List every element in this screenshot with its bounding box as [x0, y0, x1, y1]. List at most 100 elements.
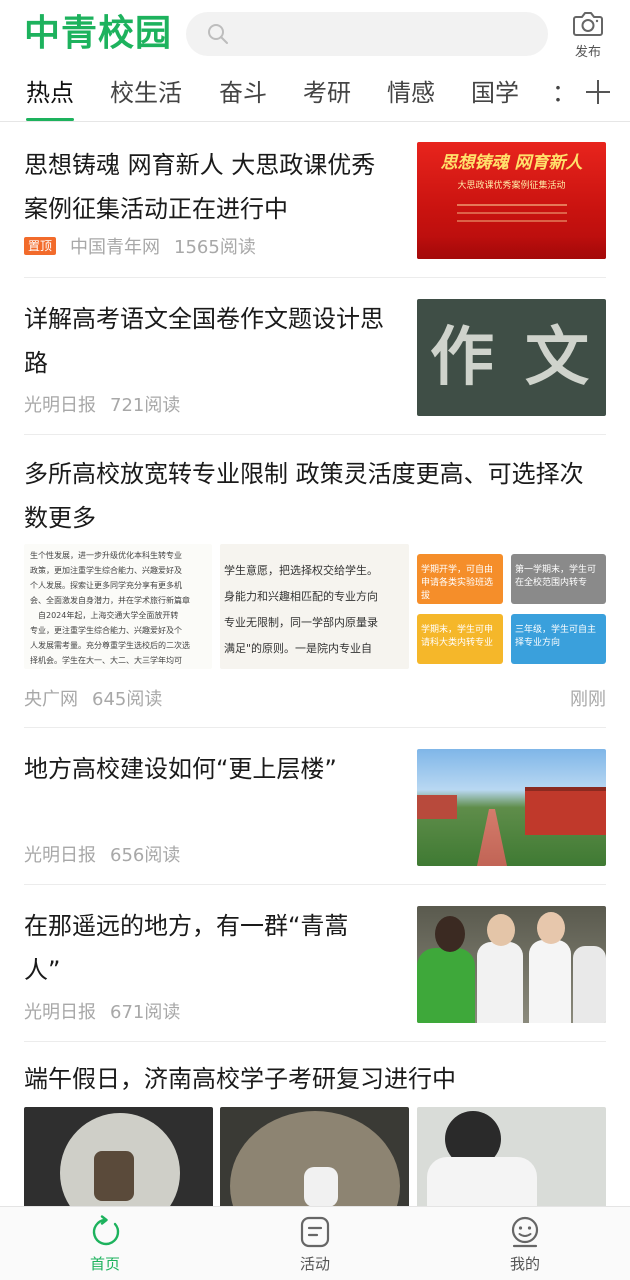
nav-activity[interactable]: 活动: [275, 1215, 355, 1274]
article-title[interactable]: 思想铸魂 网育新人 大思政课优秀案例征集活动正在进行中: [24, 143, 384, 231]
publish-label: 发布: [574, 45, 601, 60]
article-thumbnail[interactable]: 作 文: [417, 299, 606, 416]
article-title[interactable]: 详解高考语文全国卷作文题设计思路: [24, 297, 394, 385]
document-line: 学生意愿，把选择权交给学生。: [224, 564, 378, 577]
nav-activity-label: 活动: [299, 1255, 330, 1273]
article-time: 刚刚: [570, 689, 606, 710]
article-title[interactable]: 多所高校放宽转专业限制 政策灵活度更高、可选择次数更多: [24, 452, 606, 540]
article-item[interactable]: 端午假日，济南高校学子考研复习进行中: [24, 1043, 606, 1206]
tab-postgrad[interactable]: 考研: [303, 76, 351, 110]
article-title[interactable]: 端午假日，济南高校学子考研复习进行中: [24, 1057, 606, 1101]
document-line: 人发展需考量。充分尊重学生选校后的二次选: [30, 641, 190, 650]
document-line: 生个性发展，进一步升级优化本科生转专业: [30, 551, 182, 560]
article-meta: 光明日报 671阅读: [24, 1001, 194, 1025]
article-image-2[interactable]: [220, 1107, 409, 1206]
activity-doc-icon: [300, 1216, 330, 1248]
article-source: 中国青年网: [70, 237, 161, 258]
article-reads: 1565阅读: [174, 237, 256, 258]
thumbnail-decoration: [417, 237, 606, 259]
photo-figure-shape: [537, 912, 565, 944]
article-item[interactable]: 地方高校建设如何“更上层楼” 光明日报 656阅读: [24, 729, 606, 885]
article-item[interactable]: 详解高考语文全国卷作文题设计思路 光明日报 721阅读 作 文: [24, 279, 606, 435]
tab-campus-life[interactable]: 校生活: [110, 76, 182, 110]
bottom-navigation: 首页 活动 我的: [0, 1206, 630, 1280]
thumbnail-decoration: [457, 212, 567, 214]
smiley-profile-icon: [511, 1216, 539, 1248]
article-image-3[interactable]: [417, 1107, 606, 1206]
photo-figure-shape: [529, 940, 571, 1023]
camera-icon: [573, 12, 603, 36]
active-tab-indicator: [26, 118, 74, 121]
nav-profile-label: 我的: [509, 1255, 540, 1273]
search-icon: [208, 24, 228, 44]
tab-emotion[interactable]: 情感: [387, 76, 435, 110]
document-line: 政策，更加注重学生综合能力、兴趣爱好及: [30, 566, 182, 575]
article-item[interactable]: 在那遥远的地方，有一群“青蒿人” 光明日报 671阅读: [24, 886, 606, 1042]
article-item[interactable]: 多所高校放宽转专业限制 政策灵活度更高、可选择次数更多 生个性发展，进一步升级优…: [24, 436, 606, 728]
app-logo[interactable]: 中青校园: [24, 10, 172, 58]
article-thumbnail[interactable]: [417, 906, 606, 1023]
article-thumbnail[interactable]: 思想铸魂 网育新人 大思政课优秀案例征集活动: [417, 142, 606, 259]
thumbnail-subtitle: 大思政课优秀案例征集活动: [457, 181, 566, 191]
document-line: 身能力和兴趣相匹配的专业方向: [224, 590, 378, 603]
photo-figure-shape: [573, 946, 606, 1023]
infographic-box: 学期末，学生可申请科大类内转专业: [417, 614, 503, 664]
app-header: 中青校园 发布: [0, 0, 630, 70]
pinned-badge: 置顶: [24, 237, 57, 255]
document-line: 会、全面激发自身潜力，并在学术旅行新篇章: [30, 596, 190, 605]
photo-shape: [94, 1151, 134, 1201]
article-image-2[interactable]: 学生意愿，把选择权交给学生。 身能力和兴趣相匹配的专业方向 专业无限制，同一学部…: [220, 544, 409, 669]
publish-button[interactable]: 发布: [566, 10, 610, 62]
infographic-box: 学期开学，可自由申请各类实验班选拔: [417, 554, 503, 604]
nav-profile[interactable]: 我的: [485, 1215, 565, 1274]
chalk-character: 作: [430, 321, 494, 395]
nav-home-label: 首页: [89, 1255, 120, 1273]
article-meta: 光明日报 656阅读: [24, 844, 194, 868]
document-line: 专业，更注重学生综合能力、兴趣爱好及个: [30, 626, 182, 635]
chalk-character: 文: [525, 321, 589, 395]
article-reads: 645阅读: [92, 689, 163, 710]
tab-overflow[interactable]: ：: [552, 78, 576, 108]
document-line: 择机会。学生在大一、大二、大三学年均可: [30, 656, 182, 665]
tab-striving[interactable]: 奋斗: [219, 76, 267, 110]
article-title[interactable]: 地方高校建设如何“更上层楼”: [24, 747, 394, 791]
document-text: 学生意愿，把选择权交给学生。 身能力和兴趣相匹配的专业方向 专业无限制，同一学部…: [220, 544, 409, 669]
campus-building-shape: [525, 787, 606, 835]
thumbnail-decoration: [457, 204, 567, 206]
article-image-1[interactable]: 生个性发展，进一步升级优化本科生转专业 政策，更加注重学生综合能力、兴趣爱好及 …: [24, 544, 212, 669]
tab-guoxue[interactable]: 国学: [471, 76, 519, 110]
article-source: 光明日报: [24, 1002, 96, 1023]
document-line: 自2024年起，上海交通大学全面放开转: [30, 611, 179, 620]
document-line: 专业无限制，同一学部内原量录: [224, 616, 378, 629]
article-image-3[interactable]: 学期开学，可自由申请各类实验班选拔 第一学期末，学生可在全校范围内转专 学期末，…: [417, 544, 606, 669]
tab-hot[interactable]: 热点: [26, 76, 74, 110]
article-image-1[interactable]: [24, 1107, 213, 1206]
photo-figure-shape: [417, 948, 475, 1023]
article-source: 光明日报: [24, 395, 96, 416]
article-source: 光明日报: [24, 845, 96, 866]
article-meta: 央广网 645阅读: [24, 688, 176, 712]
photo-figure-shape: [487, 914, 515, 946]
article-item[interactable]: 思想铸魂 网育新人 大思政课优秀案例征集活动正在进行中 置顶 中国青年网 1565阅…: [24, 123, 606, 278]
article-reads: 671阅读: [110, 1002, 181, 1023]
article-meta: 光明日报 721阅读: [24, 394, 194, 418]
thumbnail-headline: 思想铸魂 网育新人: [440, 153, 583, 173]
document-line: 个人发展。探索让更多同学充分享有更多机: [30, 581, 182, 590]
article-title[interactable]: 在那遥远的地方，有一群“青蒿人”: [24, 904, 384, 992]
nav-home[interactable]: 首页: [65, 1215, 145, 1274]
photo-figure-shape: [477, 942, 523, 1023]
photo-figure-shape: [435, 916, 465, 952]
search-bar[interactable]: [186, 12, 548, 56]
infographic-box: 三年级，学生可自主择专业方向: [511, 614, 606, 664]
thumbnail-decoration: [457, 220, 567, 222]
article-source: 央广网: [24, 689, 78, 710]
infographic-box: 第一学期末，学生可在全校范围内转专: [511, 554, 606, 604]
article-thumbnail[interactable]: [417, 749, 606, 866]
photo-shape: [304, 1167, 338, 1206]
plus-icon[interactable]: [584, 78, 612, 106]
photo-shape: [427, 1157, 537, 1206]
category-tabs: 热点 校生活 奋斗 考研 情感 国学 ：: [0, 70, 630, 122]
refresh-home-icon: [92, 1215, 120, 1246]
news-feed[interactable]: 思想铸魂 网育新人 大思政课优秀案例征集活动正在进行中 置顶 中国青年网 1565阅…: [0, 123, 630, 1206]
document-line: 满足"的原则。一是院内专业自: [224, 642, 373, 655]
